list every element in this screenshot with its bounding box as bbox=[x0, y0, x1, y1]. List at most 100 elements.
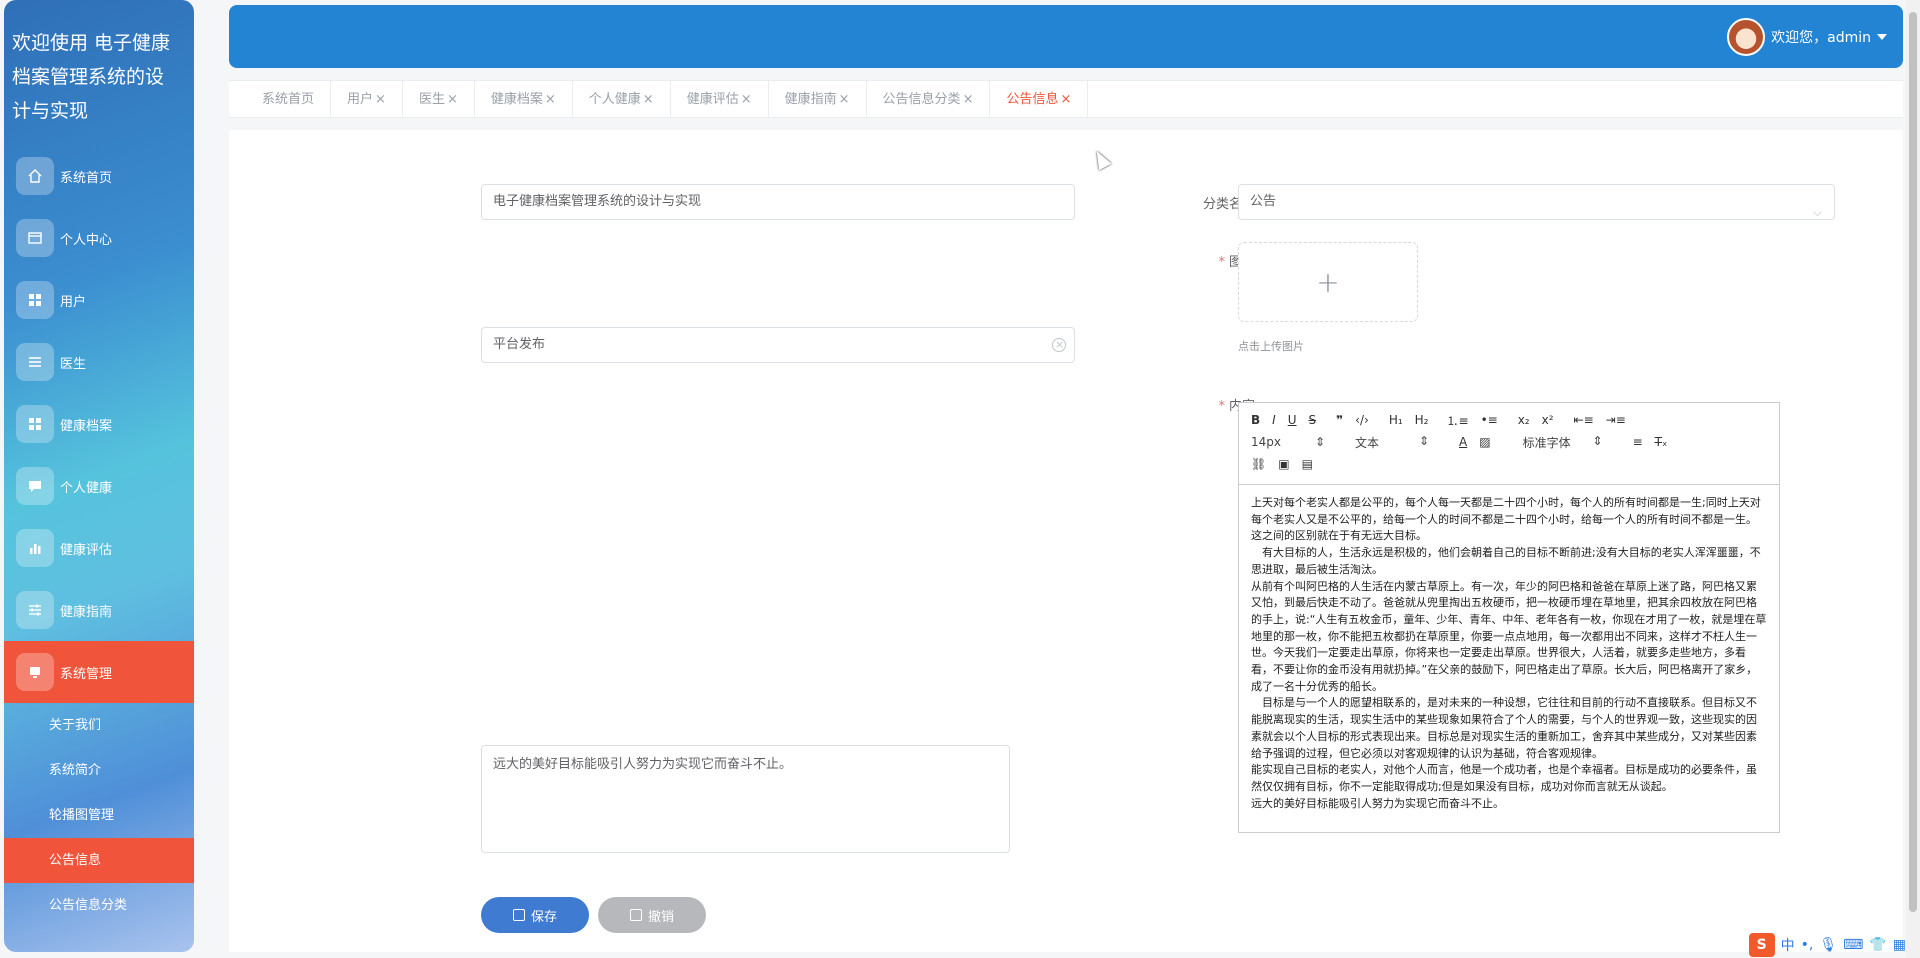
save-button[interactable]: 保存 bbox=[481, 897, 589, 933]
plus-icon: + bbox=[1316, 265, 1340, 299]
sidebar-item-doctors[interactable]: 医生 bbox=[4, 331, 194, 393]
user-menu[interactable]: 欢迎您，admin bbox=[1727, 18, 1887, 56]
submenu-item-announcement[interactable]: 公告信息 bbox=[4, 838, 194, 883]
h1-icon[interactable]: H₁ bbox=[1389, 413, 1403, 427]
strikethrough-icon[interactable]: S bbox=[1309, 413, 1317, 427]
tab-users[interactable]: 用户 × bbox=[331, 81, 403, 118]
image-upload[interactable]: + bbox=[1238, 242, 1418, 322]
subscript-icon[interactable]: x₂ bbox=[1518, 413, 1530, 427]
h2-icon[interactable]: H₂ bbox=[1415, 413, 1429, 427]
close-icon[interactable]: × bbox=[375, 81, 386, 118]
tab-health-guide[interactable]: 健康指南 × bbox=[769, 81, 867, 118]
rich-text-editor[interactable]: B I U S ❞ ‹/› H₁ H₂ ⒈≡ •≡ x₂ x² ⇤≡ ⇥≡ 14… bbox=[1238, 402, 1780, 833]
microphone-icon[interactable]: 🎙 bbox=[1819, 937, 1837, 953]
video-icon[interactable]: ▤ bbox=[1302, 457, 1313, 471]
ime-language[interactable]: 中 bbox=[1781, 935, 1795, 955]
ordered-list-icon[interactable]: ⒈≡ bbox=[1447, 412, 1469, 429]
indent-icon[interactable]: ⇥≡ bbox=[1606, 413, 1626, 427]
page-scrollbar[interactable] bbox=[1906, 0, 1920, 958]
link-icon[interactable]: ⛓ bbox=[1251, 457, 1266, 471]
close-icon[interactable]: × bbox=[447, 81, 458, 118]
category-value: 公告 bbox=[1250, 194, 1277, 209]
undo-icon bbox=[629, 909, 642, 921]
font-size-value: 14px bbox=[1251, 435, 1281, 449]
toolbox-icon[interactable]: ▦ bbox=[1893, 937, 1906, 953]
summary-textarea[interactable]: 远大的美好目标能吸引人努力为实现它而奋斗不止。 bbox=[481, 745, 1010, 853]
skin-icon[interactable]: 👕 bbox=[1869, 937, 1886, 953]
submenu-item-carousel[interactable]: 轮播图管理 bbox=[4, 793, 194, 838]
close-icon[interactable]: × bbox=[643, 81, 654, 118]
sidebar-item-label: 系统管理 bbox=[60, 666, 113, 682]
avatar[interactable] bbox=[1727, 18, 1766, 56]
scrollbar-thumb[interactable] bbox=[1909, 12, 1917, 912]
user-greeting[interactable]: 欢迎您，admin bbox=[1771, 27, 1871, 47]
bold-icon[interactable]: B bbox=[1251, 413, 1260, 427]
close-icon[interactable]: × bbox=[545, 81, 556, 118]
font-family-value: 标准字体 bbox=[1522, 435, 1571, 450]
submenu-item-announcement-category[interactable]: 公告信息分类 bbox=[4, 883, 194, 928]
italic-icon[interactable]: I bbox=[1272, 413, 1276, 427]
chat-icon bbox=[16, 467, 54, 505]
editor-paragraph: 目标是与一个人的愿望相联系的，是对未来的一种设想，它往往和目前的行动不直接联系。… bbox=[1251, 696, 1757, 760]
grid-icon bbox=[16, 281, 54, 319]
sidebar-item-health-assessment[interactable]: 健康评估 bbox=[4, 517, 194, 579]
sidebar-item-personal-health[interactable]: 个人健康 bbox=[4, 455, 194, 517]
tab-doctors[interactable]: 医生 × bbox=[403, 81, 475, 118]
font-size-select[interactable]: 14px ⇕ bbox=[1251, 435, 1325, 449]
caret-down-icon[interactable] bbox=[1877, 34, 1887, 40]
image-icon[interactable]: ▣ bbox=[1278, 457, 1289, 471]
publisher-input[interactable]: 平台发布 bbox=[481, 327, 1075, 363]
sidebar-item-system-management[interactable]: 系统管理 bbox=[4, 641, 194, 703]
clear-format-icon[interactable]: T̶ₓ bbox=[1655, 435, 1668, 449]
tab-label: 系统首页 bbox=[262, 92, 315, 107]
editor-paragraph: 能实现自己目标的老实人，对他个人而言，他是一个成功者，也是个幸福者。目标是成功的… bbox=[1251, 763, 1757, 793]
block-type-value: 文本 bbox=[1355, 435, 1380, 450]
font-color-icon[interactable]: A bbox=[1459, 435, 1467, 449]
edit-icon bbox=[512, 909, 525, 921]
punctuation-icon[interactable]: •, bbox=[1801, 937, 1814, 953]
code-icon[interactable]: ‹/› bbox=[1355, 413, 1369, 427]
tab-announcement-category[interactable]: 公告信息分类 × bbox=[867, 81, 991, 118]
sidebar-item-users[interactable]: 用户 bbox=[4, 269, 194, 331]
background-color-icon[interactable]: ▨ bbox=[1479, 435, 1490, 449]
select-arrows-icon: ⇕ bbox=[1314, 435, 1325, 449]
tab-personal-health[interactable]: 个人健康 × bbox=[573, 81, 671, 118]
tab-home[interactable]: 系统首页 bbox=[246, 81, 332, 118]
font-family-select[interactable]: 标准字体 ⇕ bbox=[1523, 434, 1603, 451]
superscript-icon[interactable]: x² bbox=[1542, 413, 1554, 427]
category-select[interactable]: 公告 ⌵ bbox=[1238, 184, 1835, 220]
tab-label: 健康评估 bbox=[686, 92, 739, 107]
home-icon bbox=[16, 157, 54, 195]
close-icon[interactable]: × bbox=[1060, 81, 1071, 118]
tab-label: 用户 bbox=[347, 92, 374, 107]
sidebar-item-profile[interactable]: 个人中心 bbox=[4, 207, 194, 269]
underline-icon[interactable]: U bbox=[1288, 413, 1297, 427]
close-icon[interactable]: × bbox=[839, 81, 850, 118]
block-type-select[interactable]: 文本 ⇕ bbox=[1355, 434, 1429, 451]
submenu-item-intro[interactable]: 系统简介 bbox=[4, 748, 194, 793]
tab-announcement[interactable]: 公告信息 × bbox=[990, 81, 1089, 118]
sidebar-item-home[interactable]: 系统首页 bbox=[4, 145, 194, 207]
editor-content[interactable]: 上天对每个老实人都是公平的，每个人每一天都是二十四个小时，每个人的所有时间都是一… bbox=[1239, 485, 1779, 822]
sidebar-item-health-guide[interactable]: 健康指南 bbox=[4, 579, 194, 641]
tab-health-assessment[interactable]: 健康评估 × bbox=[671, 81, 769, 118]
sidebar-item-health-records[interactable]: 健康档案 bbox=[4, 393, 194, 455]
editor-paragraph: 从前有个叫阿巴格的人生活在内蒙古草原上。有一次，年少的阿巴格和爸爸在草原上迷了路… bbox=[1251, 579, 1767, 693]
sliders-icon bbox=[16, 591, 54, 629]
tab-label: 健康档案 bbox=[490, 92, 543, 107]
align-icon[interactable]: ≡ bbox=[1633, 435, 1643, 449]
close-icon[interactable]: × bbox=[741, 81, 752, 118]
keyboard-icon[interactable]: ⌨ bbox=[1843, 937, 1863, 953]
chevron-down-icon: ⌵ bbox=[1812, 205, 1822, 219]
tab-health-records[interactable]: 健康档案 × bbox=[475, 81, 573, 118]
bullet-list-icon[interactable]: •≡ bbox=[1481, 413, 1498, 427]
quote-icon[interactable]: ❞ bbox=[1336, 413, 1343, 427]
close-icon[interactable]: × bbox=[963, 81, 974, 118]
ime-toolbar[interactable]: S 中 •, 🎙 ⌨ 👕 ▦ bbox=[1748, 932, 1906, 958]
outdent-icon[interactable]: ⇤≡ bbox=[1574, 413, 1594, 427]
submenu-item-about[interactable]: 关于我们 bbox=[4, 703, 194, 748]
cancel-button[interactable]: 撤销 bbox=[598, 897, 706, 933]
clear-icon[interactable] bbox=[1052, 328, 1066, 362]
tab-label: 个人健康 bbox=[588, 92, 641, 107]
title-input[interactable]: 电子健康档案管理系统的设计与实现 bbox=[481, 184, 1075, 220]
